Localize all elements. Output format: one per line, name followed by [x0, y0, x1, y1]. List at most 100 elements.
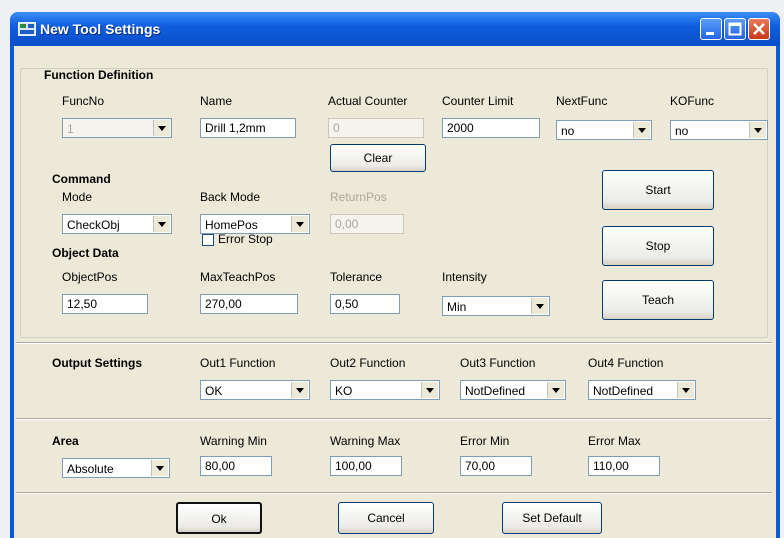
- funcno-value: 1: [67, 122, 74, 136]
- stop-button-label: Stop: [645, 239, 671, 253]
- cancel-button[interactable]: Cancel: [338, 502, 434, 534]
- out1-value: OK: [205, 384, 223, 398]
- chevron-down-icon[interactable]: [291, 216, 308, 232]
- start-button[interactable]: Start: [602, 170, 714, 210]
- tolerance-label: Tolerance: [330, 270, 383, 284]
- clear-button-label: Clear: [363, 151, 393, 165]
- error-max-label: Error Max: [588, 434, 641, 448]
- minimize-icon: [706, 32, 714, 35]
- dialog-window: New Tool Settings Function Definition Fu…: [10, 12, 780, 538]
- out3-value: NotDefined: [465, 384, 526, 398]
- maximize-button[interactable]: [724, 18, 746, 40]
- chevron-down-icon[interactable]: [677, 382, 694, 398]
- window-title: New Tool Settings: [40, 21, 161, 37]
- chevron-down-icon[interactable]: [153, 120, 170, 136]
- kofunc-select[interactable]: no: [670, 120, 768, 140]
- error-max-input[interactable]: [588, 456, 660, 476]
- kofunc-label: KOFunc: [670, 94, 715, 108]
- funcno-label: FuncNo: [62, 94, 105, 108]
- error-stop-label: Error Stop: [218, 232, 273, 246]
- maximize-icon: [728, 22, 742, 36]
- app-icon: [18, 22, 36, 36]
- counter-limit-input[interactable]: [442, 118, 540, 138]
- clear-button[interactable]: Clear: [330, 144, 426, 172]
- tolerance-input[interactable]: [330, 294, 400, 314]
- chevron-down-icon[interactable]: [151, 460, 168, 476]
- nextfunc-label: NextFunc: [556, 94, 608, 108]
- chevron-down-icon[interactable]: [531, 298, 548, 314]
- divider: [16, 342, 772, 344]
- start-button-label: Start: [645, 183, 671, 197]
- returnpos-label: ReturnPos: [330, 190, 387, 204]
- mode-select[interactable]: CheckObj: [62, 214, 172, 234]
- error-min-label: Error Min: [460, 434, 510, 448]
- out4-value: NotDefined: [593, 384, 654, 398]
- mode-label: Mode: [62, 190, 93, 204]
- teach-button[interactable]: Teach: [602, 280, 714, 320]
- intensity-value: Min: [447, 300, 467, 314]
- chevron-down-icon[interactable]: [547, 382, 564, 398]
- area-mode-value: Absolute: [67, 462, 114, 476]
- chevron-down-icon[interactable]: [421, 382, 438, 398]
- actual-counter-input[interactable]: [328, 118, 424, 138]
- maxteachpos-label: MaxTeachPos: [200, 270, 276, 284]
- area-mode-select[interactable]: Absolute: [62, 458, 170, 478]
- ok-button[interactable]: Ok: [176, 502, 262, 534]
- out1-label: Out1 Function: [200, 356, 276, 370]
- kofunc-value: no: [675, 124, 689, 138]
- chevron-down-icon[interactable]: [749, 122, 766, 138]
- divider: [16, 492, 772, 494]
- warning-max-label: Warning Max: [330, 434, 401, 448]
- section-command: Command: [52, 172, 111, 186]
- out2-value: KO: [335, 384, 353, 398]
- maxteachpos-input[interactable]: [200, 294, 298, 314]
- title-bar[interactable]: New Tool Settings: [10, 12, 780, 46]
- name-input[interactable]: [200, 118, 296, 138]
- error-stop-checkbox[interactable]: [202, 234, 214, 246]
- chevron-down-icon[interactable]: [291, 382, 308, 398]
- counter-limit-label: Counter Limit: [442, 94, 514, 108]
- intensity-select[interactable]: Min: [442, 296, 550, 316]
- back-mode-value: HomePos: [205, 218, 258, 232]
- name-label: Name: [200, 94, 233, 108]
- error-min-input[interactable]: [460, 456, 532, 476]
- stop-button[interactable]: Stop: [602, 226, 714, 266]
- section-output-settings: Output Settings: [52, 356, 142, 370]
- out3-select[interactable]: NotDefined: [460, 380, 566, 400]
- divider: [16, 418, 772, 420]
- out3-label: Out3 Function: [460, 356, 536, 370]
- out4-label: Out4 Function: [588, 356, 664, 370]
- out2-label: Out2 Function: [330, 356, 406, 370]
- minimize-button[interactable]: [700, 18, 722, 40]
- intensity-label: Intensity: [442, 270, 487, 284]
- set-default-button[interactable]: Set Default: [502, 502, 602, 534]
- ok-button-label: Ok: [211, 512, 227, 526]
- teach-button-label: Teach: [641, 293, 675, 307]
- objectpos-input[interactable]: [62, 294, 148, 314]
- section-object-data: Object Data: [52, 246, 119, 260]
- close-icon: [753, 23, 765, 35]
- chevron-down-icon[interactable]: [153, 216, 170, 232]
- out2-select[interactable]: KO: [330, 380, 440, 400]
- nextfunc-value: no: [561, 124, 575, 138]
- set-default-button-label: Set Default: [522, 511, 582, 525]
- nextfunc-select[interactable]: no: [556, 120, 652, 140]
- section-function-definition: Function Definition: [44, 68, 154, 82]
- funcno-select[interactable]: 1: [62, 118, 172, 138]
- close-button[interactable]: [748, 18, 770, 40]
- out1-select[interactable]: OK: [200, 380, 310, 400]
- returnpos-input[interactable]: [330, 214, 404, 234]
- dialog-client: Function Definition FuncNo 1 Name Actual…: [14, 46, 776, 538]
- warning-max-input[interactable]: [330, 456, 402, 476]
- chevron-down-icon[interactable]: [633, 122, 650, 138]
- out4-select[interactable]: NotDefined: [588, 380, 696, 400]
- cancel-button-label: Cancel: [367, 511, 405, 525]
- back-mode-select[interactable]: HomePos: [200, 214, 310, 234]
- objectpos-label: ObjectPos: [62, 270, 118, 284]
- back-mode-label: Back Mode: [200, 190, 261, 204]
- section-area: Area: [52, 434, 79, 448]
- actual-counter-label: Actual Counter: [328, 94, 408, 108]
- warning-min-label: Warning Min: [200, 434, 267, 448]
- warning-min-input[interactable]: [200, 456, 272, 476]
- mode-value: CheckObj: [67, 218, 120, 232]
